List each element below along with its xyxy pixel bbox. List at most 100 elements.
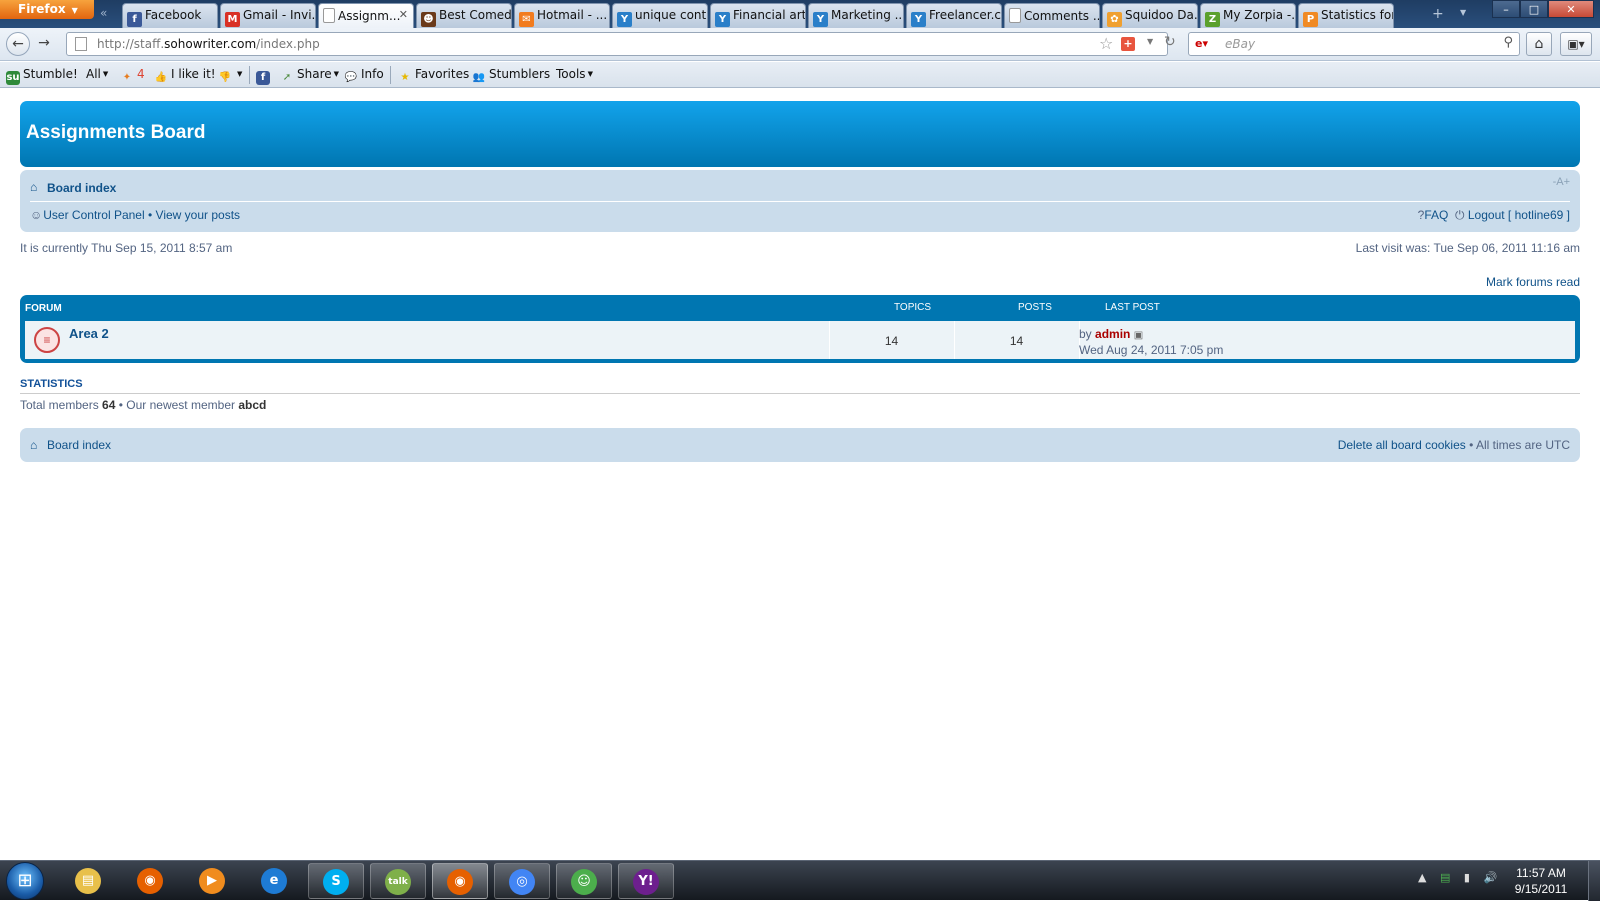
tools-dropdown[interactable]: Tools ▼ (556, 67, 593, 81)
tab[interactable]: Comments ... (1004, 3, 1100, 28)
logout-link[interactable]: Logout [ hotline69 ] (1468, 208, 1570, 222)
favorites-button[interactable]: ★ Favorites (398, 67, 470, 85)
share-icon: ➚ (282, 72, 292, 83)
windows-logo-icon: ⊞ (17, 870, 33, 891)
delete-cookies-link[interactable]: Delete all board cookies (1338, 438, 1466, 452)
logout-icon: ⏻ (1455, 208, 1465, 222)
chrome-icon: ◎ (509, 869, 535, 895)
taskbar-app-explorer[interactable]: ▤ (60, 863, 116, 899)
search-bar[interactable]: e▾ eBay ⚲ (1188, 32, 1520, 56)
info-button[interactable]: 💬 Info (344, 67, 384, 85)
newest-member-link[interactable]: abcd (238, 398, 266, 412)
column-header-topics: TOPICS (894, 302, 932, 313)
url-bar[interactable]: http://staff.sohowriter.com/index.php ☆ … (66, 32, 1168, 56)
breadcrumb-board-index[interactable]: Board index (47, 181, 116, 195)
tab[interactable]: ✉ Hotmail - ... (514, 3, 610, 28)
tab[interactable]: Z My Zorpia -... (1200, 3, 1296, 28)
footer-board-index-link[interactable]: Board index (47, 438, 111, 452)
faq-link[interactable]: FAQ (1424, 208, 1448, 222)
mask-icon: ☻ (421, 12, 436, 27)
minimize-button[interactable]: – (1492, 0, 1520, 18)
site-title[interactable]: Assignments Board (26, 122, 205, 144)
tab[interactable]: Assignm... ✕ (318, 3, 414, 28)
tab[interactable]: Yunique cont... (612, 3, 708, 28)
all-dropdown[interactable]: All ▼ (86, 67, 108, 81)
bookmark-star-icon[interactable]: ☆ (1099, 34, 1113, 53)
user-links: ☺User Control Panel • View your posts (30, 208, 240, 222)
people-icon: 👥 (472, 72, 486, 83)
share-label: Share (297, 67, 332, 81)
show-hidden-icons-icon[interactable]: ▲ (1418, 871, 1426, 884)
topics-count: 14 (884, 334, 899, 348)
tab-list-icon[interactable]: ▼ (1460, 8, 1466, 17)
last-post-author-link[interactable]: admin (1095, 327, 1130, 341)
logout-suffix: ] (1566, 208, 1570, 222)
search-icon[interactable]: ⚲ (1503, 35, 1513, 50)
maximize-button[interactable]: □ (1520, 0, 1548, 18)
firefox-menu-button[interactable]: Firefox ▼ (0, 0, 94, 19)
home-button[interactable]: ⌂ (1526, 32, 1552, 56)
statistics-text: Total members 64 • Our newest member abc… (20, 398, 266, 412)
show-desktop-button[interactable] (1588, 861, 1600, 901)
forward-button[interactable]: → (34, 32, 54, 56)
url-domain: sohowriter.com (164, 37, 257, 51)
thumbs-down-icon: 👎 (218, 72, 232, 83)
font-resize-icon[interactable]: -A+ (1553, 176, 1570, 188)
taskbar-app-messenger[interactable]: ☺ (556, 863, 612, 899)
addon-icon[interactable]: + (1121, 37, 1135, 51)
chevron-down-icon: ▼ (237, 70, 243, 78)
newest-member-label: • Our newest member (118, 398, 235, 412)
signal-icon[interactable]: ▮ (1464, 871, 1470, 884)
bookmarks-icon: ▣▾ (1567, 37, 1585, 51)
navbar-divider (30, 201, 1570, 202)
forum-name-link[interactable]: Area 2 (69, 326, 109, 341)
like-button[interactable]: 👍 I like it! (154, 67, 216, 85)
tab-scroll-left-icon[interactable]: « (100, 6, 107, 20)
dislike-button[interactable]: 👎 ▼ (218, 67, 243, 85)
history-dropdown-icon[interactable]: ▼ (1147, 37, 1153, 46)
taskbar-app-skype[interactable]: S (308, 863, 364, 899)
view-latest-post-icon[interactable]: ▣ (1134, 330, 1143, 341)
view-your-posts-link[interactable]: View your posts (156, 208, 241, 222)
clock[interactable]: 11:57 AM 9/15/2011 (1506, 865, 1576, 897)
notifications-button[interactable]: ✦ 4 (120, 67, 149, 85)
mark-forums-read-link[interactable]: Mark forums read (1486, 275, 1580, 289)
back-button[interactable]: ← (6, 32, 30, 56)
hotmail-icon: ✉ (519, 12, 534, 27)
taskbar-app-chrome[interactable]: ◎ (494, 863, 550, 899)
search-engine-icon[interactable]: e▾ (1195, 37, 1208, 50)
share-button[interactable]: ➚ Share ▼ (280, 67, 339, 85)
volume-icon[interactable]: 🔊 (1483, 871, 1497, 884)
tab[interactable]: M Gmail - Invi... (220, 3, 316, 28)
user-control-panel-link[interactable]: User Control Panel (43, 208, 144, 222)
taskbar-app-firefox[interactable]: ◉ (122, 863, 178, 899)
tab[interactable]: Y Marketing ... (808, 3, 904, 28)
statistics-heading: STATISTICS (20, 378, 83, 390)
close-window-button[interactable]: ✕ (1548, 0, 1594, 18)
bookmarks-button[interactable]: ▣▾ (1560, 32, 1592, 56)
tab[interactable]: ✿ Squidoo Da... (1102, 3, 1198, 28)
close-tab-icon[interactable]: ✕ (399, 8, 408, 21)
taskbar-app-gtalk[interactable]: talk (370, 863, 426, 899)
stumblers-label: Stumblers (489, 67, 551, 81)
reload-icon[interactable]: ↻ (1164, 34, 1176, 50)
facebook-share-button[interactable]: f (256, 67, 273, 85)
taskbar-app-yahoo[interactable]: Y! (618, 863, 674, 899)
network-status-icon[interactable]: ▤ (1440, 871, 1450, 884)
new-tab-icon[interactable]: + (1432, 6, 1444, 22)
stumbleupon-toolbar: su Stumble! All ▼ ✦ 4 👍 I like it! 👎 ▼ f ➚ Sha… (0, 62, 1600, 88)
thumbs-up-icon: 👍 (154, 72, 168, 83)
taskbar-app-ie[interactable]: e (246, 863, 302, 899)
stumblers-button[interactable]: 👥 Stumblers (472, 67, 550, 85)
taskbar-app-firefox-active[interactable]: ◉ (432, 863, 488, 899)
tab[interactable]: YFreelancer.c... (906, 3, 1002, 28)
notifications-count: 4 (137, 67, 145, 81)
home-icon: ⌂ (30, 438, 38, 452)
tab[interactable]: P Statistics for (1298, 3, 1394, 28)
tab[interactable]: YFinancial art... (710, 3, 806, 28)
tab[interactable]: ☻Best Comed... (416, 3, 512, 28)
stumble-button[interactable]: su Stumble! (6, 67, 78, 85)
tab[interactable]: f Facebook (122, 3, 218, 28)
start-button[interactable]: ⊞ (6, 862, 44, 900)
taskbar-app-media[interactable]: ▶ (184, 863, 240, 899)
